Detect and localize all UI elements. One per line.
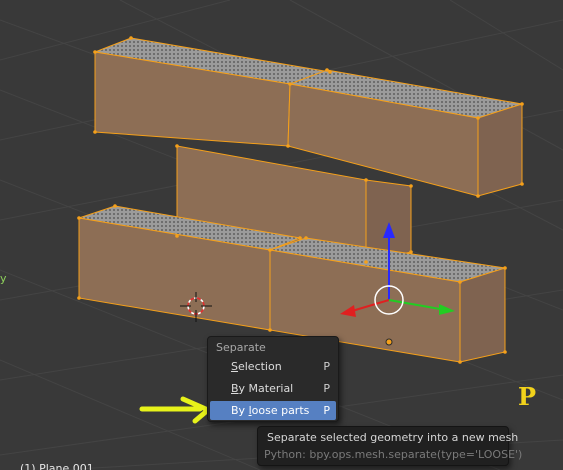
tooltip-python: Python: bpy.ops.mesh.separate(type='LOOS… (264, 448, 523, 461)
annotation-arrow (139, 396, 211, 424)
menu-item-label: oose parts (251, 404, 310, 417)
menu-item-label: election (237, 360, 282, 373)
menu-item-mnemonic: B (231, 382, 239, 395)
menu-item-shortcut: P (323, 382, 330, 395)
object-info: (1) Plane.001 (20, 462, 94, 470)
operator-tooltip: Separate selected geometry into a new me… (257, 426, 522, 466)
menu-item-shortcut: P (323, 404, 330, 417)
menu-item-label: y Material (238, 382, 294, 395)
separate-menu-title: Separate (216, 341, 266, 354)
separate-menu: Separate Selection P By Material P By loos… (207, 336, 339, 422)
menu-item-shortcut: P (323, 360, 330, 373)
menu-item-by-material[interactable]: By Material P (210, 379, 336, 398)
tooltip-description: Separate selected geometry into a new me… (267, 431, 519, 444)
menu-item-by-loose-parts[interactable]: By loose parts P (210, 401, 336, 420)
axis-label-y: y (0, 272, 7, 285)
menu-item-selection[interactable]: Selection P (210, 357, 336, 376)
menu-item-mnemonic: S (231, 360, 238, 373)
3d-viewport[interactable]: y Separate Selection P By Material P By lo… (0, 0, 563, 470)
menu-item-label-prefix: By (231, 404, 249, 417)
key-press-indicator: P (518, 382, 537, 411)
